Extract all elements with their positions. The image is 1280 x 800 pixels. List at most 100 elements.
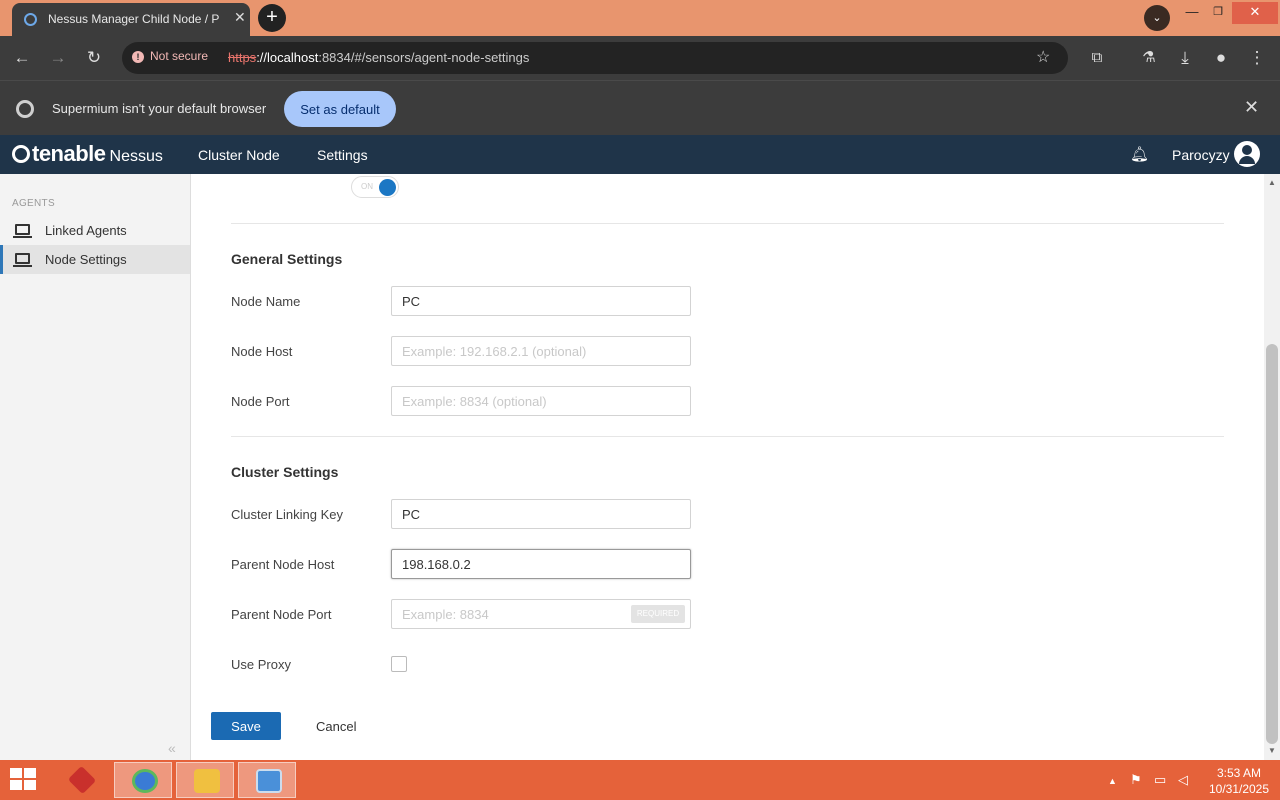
collapse-sidebar-icon[interactable]: « (168, 740, 176, 756)
logo-product: Nessus (109, 148, 163, 165)
system-clock[interactable]: 3:53 AM 10/31/2025 (1204, 765, 1274, 797)
logo-brand: tenable (32, 141, 106, 166)
save-button[interactable]: Save (211, 712, 281, 740)
parent-node-port-label: Parent Node Port (231, 607, 332, 622)
general-settings-title: General Settings (231, 251, 343, 267)
node-host-label: Node Host (231, 344, 293, 359)
node-settings-form: ON General Settings Node Name Node Host … (191, 174, 1264, 760)
scroll-thumb[interactable] (1266, 344, 1278, 744)
sidebar: AGENTS Linked Agents Node Settings « (0, 174, 191, 760)
sidebar-item-label: Node Settings (45, 252, 127, 267)
use-proxy-checkbox[interactable] (391, 656, 407, 672)
node-name-label: Node Name (231, 294, 301, 309)
laptop-icon (13, 253, 32, 267)
laptop-icon (13, 224, 32, 238)
sidebar-item-label: Linked Agents (45, 223, 127, 238)
sidebar-section-agents: AGENTS (12, 198, 55, 209)
tray-network-icon[interactable]: ▭ (1154, 772, 1166, 788)
notifications-bell-icon[interactable]: 🔔︎ (1130, 145, 1149, 163)
url-scheme: https (228, 50, 257, 65)
node-name-input[interactable] (391, 286, 691, 316)
sidebar-item-linked-agents[interactable]: Linked Agents (0, 216, 190, 245)
node-port-label: Node Port (231, 394, 290, 409)
page-scrollbar[interactable]: ▲ ▼ (1264, 174, 1280, 760)
browser-tab-strip: Nessus Manager Child Node / P ✕ + ⌄ — ❐ … (0, 0, 1280, 36)
control-panel-icon (256, 769, 282, 793)
parent-node-host-input[interactable] (391, 549, 691, 579)
browser-tab[interactable]: Nessus Manager Child Node / P ✕ (12, 3, 250, 36)
extensions-icon[interactable]: ⧉ (1086, 47, 1108, 69)
divider (231, 223, 1224, 224)
windows-logo-icon (24, 768, 36, 778)
sidebar-item-node-settings[interactable]: Node Settings (0, 245, 190, 274)
set-as-default-button[interactable]: Set as default (284, 91, 396, 127)
cluster-linking-key-label: Cluster Linking Key (231, 507, 343, 522)
toggle-on-label: ON (361, 182, 373, 191)
cluster-linking-key-input[interactable] (391, 499, 691, 529)
node-port-input[interactable] (391, 386, 691, 416)
scroll-down-icon[interactable]: ▼ (1268, 746, 1276, 755)
browser-logo-icon (16, 100, 34, 118)
window-close-button[interactable]: ✕ (1232, 2, 1278, 24)
tray-volume-icon[interactable]: ◁ (1178, 772, 1188, 788)
tenable-mark-icon (12, 145, 30, 163)
nav-settings[interactable]: Settings (317, 147, 368, 163)
node-host-input[interactable] (391, 336, 691, 366)
default-browser-infobar: Supermium isn't your default browser Set… (0, 80, 1280, 135)
infobar-message: Supermium isn't your default browser (52, 101, 267, 116)
address-bar[interactable]: ! Not secure https://localhost:8834/#/sen… (122, 42, 1068, 74)
windows-logo-icon (24, 780, 36, 790)
profile-icon[interactable]: ● (1210, 47, 1232, 69)
not-secure-label: Not secure (150, 49, 209, 63)
tab-close-icon[interactable]: ✕ (234, 9, 246, 26)
divider (231, 436, 1224, 437)
app-header: tenable Nessus Cluster Node Settings 🔔︎ P… (0, 135, 1280, 174)
user-name[interactable]: Parocyzy (1172, 147, 1230, 163)
tray-flag-icon[interactable]: ⚑ (1130, 772, 1142, 788)
cluster-settings-title: Cluster Settings (231, 464, 339, 480)
not-secure-chip[interactable]: ! Not secure (132, 49, 208, 63)
toggle-knob (379, 179, 396, 196)
folder-icon (194, 769, 220, 793)
url-path: :8834/#/sensors/agent-node-settings (318, 50, 530, 65)
nav-cluster-node[interactable]: Cluster Node (198, 147, 280, 163)
windows-logo-icon (10, 780, 22, 790)
bookmark-star-icon[interactable]: ☆ (1036, 47, 1050, 67)
required-badge: REQUIRED (631, 605, 685, 623)
clock-time: 3:53 AM (1216, 766, 1262, 780)
window-restore-button[interactable]: ❐ (1206, 2, 1230, 24)
app-icon (67, 765, 97, 795)
tray-expand-icon[interactable]: ▲ (1108, 776, 1117, 786)
infobar-close-icon[interactable]: ✕ (1244, 97, 1259, 118)
taskbar-browser[interactable] (114, 762, 172, 798)
tab-search-button[interactable]: ⌄ (1144, 5, 1170, 31)
new-tab-button[interactable]: + (258, 4, 286, 32)
windows-taskbar: ▲ ⚑ ▭ ◁ 3:53 AM 10/31/2025 (0, 760, 1280, 800)
use-proxy-label: Use Proxy (231, 657, 291, 672)
taskbar-app-1[interactable] (52, 762, 110, 798)
menu-kebab-icon[interactable]: ⋮ (1246, 47, 1268, 69)
taskbar-file-explorer[interactable] (176, 762, 234, 798)
browser-icon (132, 769, 158, 793)
start-button[interactable] (10, 768, 38, 792)
user-avatar[interactable] (1234, 141, 1260, 167)
parent-node-host-label: Parent Node Host (231, 557, 335, 572)
back-icon[interactable]: ← (11, 47, 33, 69)
tenable-logo[interactable]: tenable Nessus (12, 141, 163, 167)
reload-icon[interactable]: ↻ (83, 47, 105, 69)
enable-toggle[interactable]: ON (351, 176, 399, 198)
url-text[interactable]: https://localhost:8834/#/sensors/agent-n… (228, 50, 529, 65)
forward-icon[interactable]: → (47, 47, 69, 69)
scroll-up-icon[interactable]: ▲ (1268, 178, 1276, 187)
download-icon[interactable]: ⤓ (1174, 47, 1196, 69)
nessus-favicon-icon (24, 13, 37, 26)
cancel-button[interactable]: Cancel (316, 719, 356, 734)
clock-date: 10/31/2025 (1208, 782, 1270, 796)
labs-flask-icon[interactable]: ⚗ (1138, 47, 1160, 69)
browser-toolbar: ← → ↻ ! Not secure https://localhost:8834… (0, 36, 1280, 80)
taskbar-control-panel[interactable] (238, 762, 296, 798)
url-host: ://localhost (256, 50, 319, 65)
window-minimize-button[interactable]: — (1180, 2, 1204, 24)
windows-logo-icon (10, 768, 22, 778)
tab-title: Nessus Manager Child Node / P (48, 12, 220, 26)
